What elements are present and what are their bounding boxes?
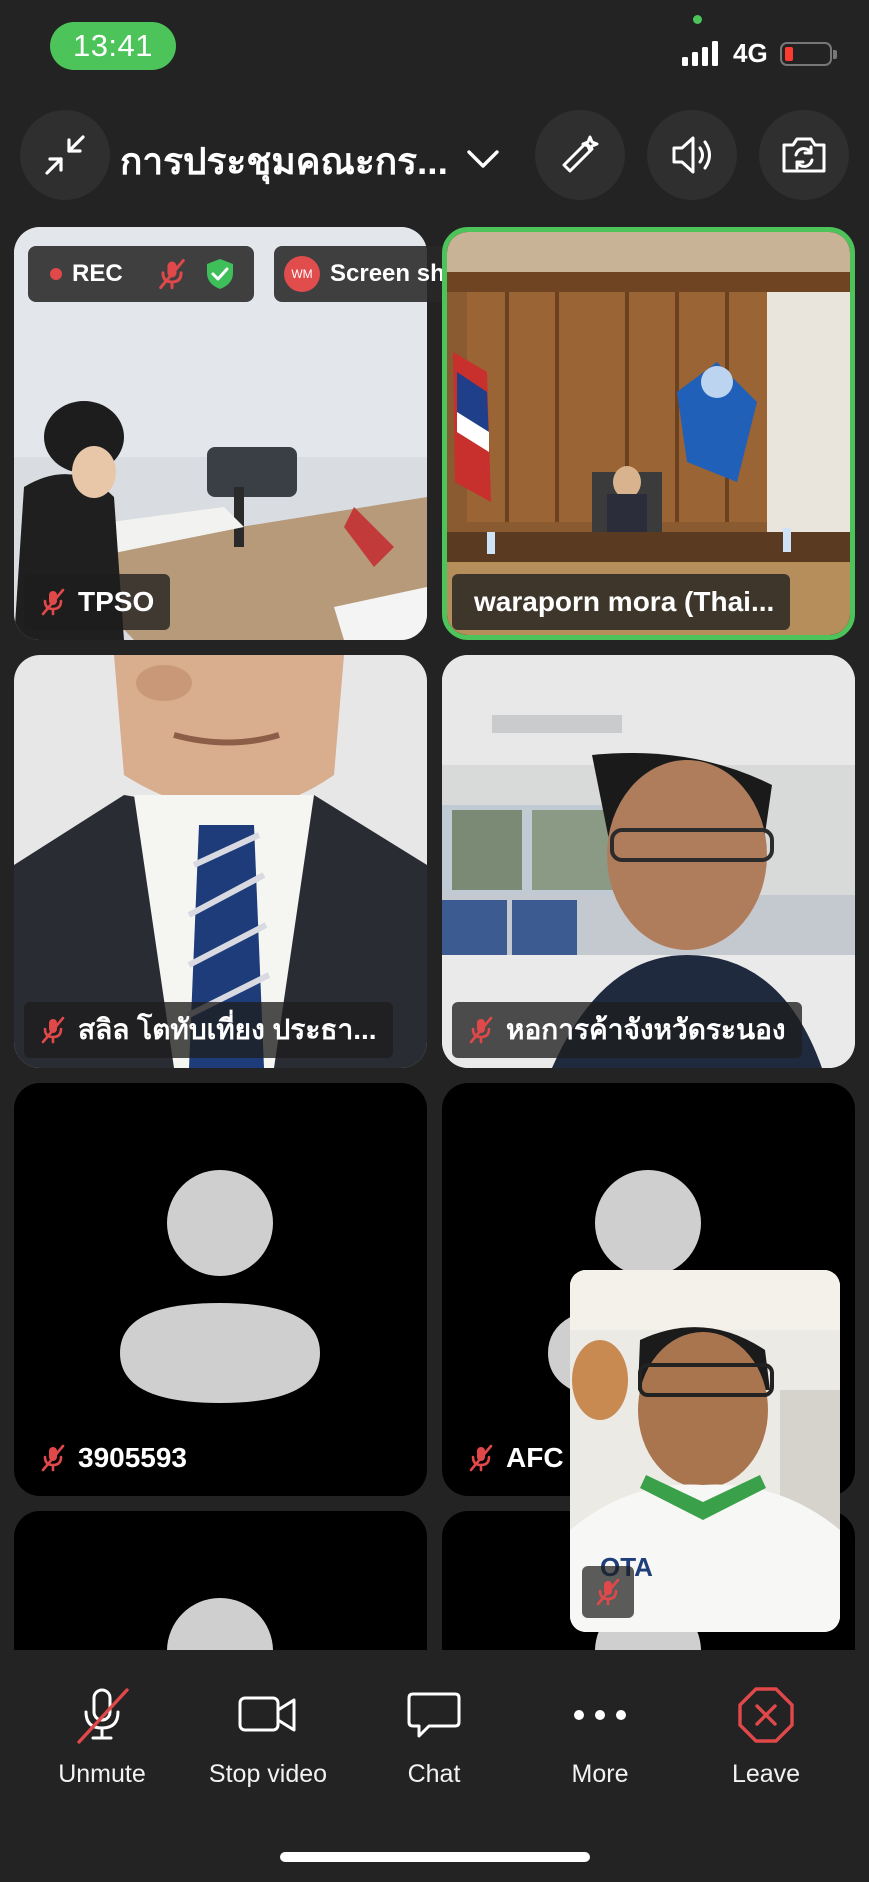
leave-label: Leave (731, 1760, 801, 1788)
unmute-button[interactable]: Unmute (22, 1680, 182, 1789)
magic-wand-icon (562, 135, 599, 173)
muted-mic-icon (41, 1444, 65, 1472)
avatar-placeholder-icon (167, 1598, 273, 1650)
video-camera-icon (238, 1696, 296, 1732)
status-bar: 13:41 4G (0, 0, 869, 90)
home-indicator[interactable] (280, 1852, 590, 1862)
self-mute-indicator (582, 1566, 634, 1618)
minimize-icon (45, 135, 85, 175)
leave-octagon-icon (738, 1687, 794, 1743)
leave-button[interactable]: Leave (686, 1680, 846, 1789)
network-type: 4G (733, 38, 768, 68)
touch-up-button[interactable] (535, 110, 625, 200)
video-tile[interactable]: สลิล โตทับเที่ยง ประธา... (14, 655, 427, 1068)
bottom-toolbar: Unmute Stop video Chat More Leave (0, 1650, 869, 1882)
speaker-icon (672, 136, 711, 174)
more-dots-icon (574, 1710, 626, 1720)
video-tile-active-speaker[interactable]: waraporn mora (Thai... (442, 227, 855, 640)
video-tile[interactable] (14, 1511, 427, 1650)
muted-mic-icon (41, 588, 65, 616)
chat-label: Chat (407, 1760, 461, 1788)
camera-indicator-dot (693, 15, 702, 24)
more-label: More (571, 1760, 629, 1788)
chat-button[interactable]: Chat (354, 1680, 514, 1789)
more-button[interactable]: More (520, 1680, 680, 1789)
participant-name: TPSO (78, 586, 155, 617)
minimize-meeting-button[interactable] (20, 110, 110, 200)
meeting-toolbar: การประชุมคณะกร... (0, 110, 869, 210)
muted-mic-icon (158, 258, 185, 290)
video-tile[interactable]: หอการค้าจังหวัดระนอง (442, 655, 855, 1068)
stop-video-button[interactable]: Stop video (188, 1680, 348, 1789)
recording-badge[interactable]: REC (28, 246, 254, 302)
signal-strength-icon (682, 40, 718, 66)
stop-video-label: Stop video (208, 1760, 328, 1788)
meeting-title[interactable]: การประชุมคณะกร... (120, 132, 460, 191)
switch-camera-icon (782, 137, 826, 173)
muted-mic-icon (596, 1578, 620, 1606)
muted-mic-icon (469, 1444, 493, 1472)
avatar: WM (284, 256, 320, 292)
participant-name-tag: 3905593 (24, 1430, 203, 1486)
participant-name-tag: หอการค้าจังหวัดระนอง (452, 1002, 802, 1058)
speaker-button[interactable] (647, 110, 737, 200)
muted-microphone-icon (77, 1688, 129, 1744)
unmute-label: Unmute (58, 1760, 146, 1788)
participant-name-tag: waraporn mora (Thai... (452, 574, 791, 630)
participant-name: หอการค้าจังหวัดระนอง (506, 1014, 786, 1045)
self-view-video[interactable]: OTA (570, 1270, 840, 1632)
participant-name: สลิล โตทับเที่ยง ประธา... (78, 1014, 377, 1045)
recording-dot-icon (50, 268, 62, 280)
muted-mic-icon (469, 1016, 493, 1044)
participant-name-tag: TPSO (24, 574, 171, 630)
muted-mic-icon (41, 1016, 65, 1044)
participant-name: waraporn mora (Thai... (474, 586, 775, 617)
clock: 13:41 (50, 22, 176, 70)
participant-name: 3905593 (78, 1442, 188, 1473)
shield-check-icon (206, 259, 233, 289)
chat-bubble-icon (407, 1692, 461, 1738)
battery-icon (780, 42, 837, 66)
participant-name-tag: AFC (452, 1430, 580, 1486)
chevron-down-icon[interactable] (466, 148, 500, 170)
participant-name-tag: สลิล โตทับเที่ยง ประธา... (24, 1002, 393, 1058)
recording-label: REC (72, 260, 123, 287)
participant-name: AFC (506, 1442, 564, 1473)
video-tile[interactable]: 3905593 (14, 1083, 427, 1496)
switch-camera-button[interactable] (759, 110, 849, 200)
